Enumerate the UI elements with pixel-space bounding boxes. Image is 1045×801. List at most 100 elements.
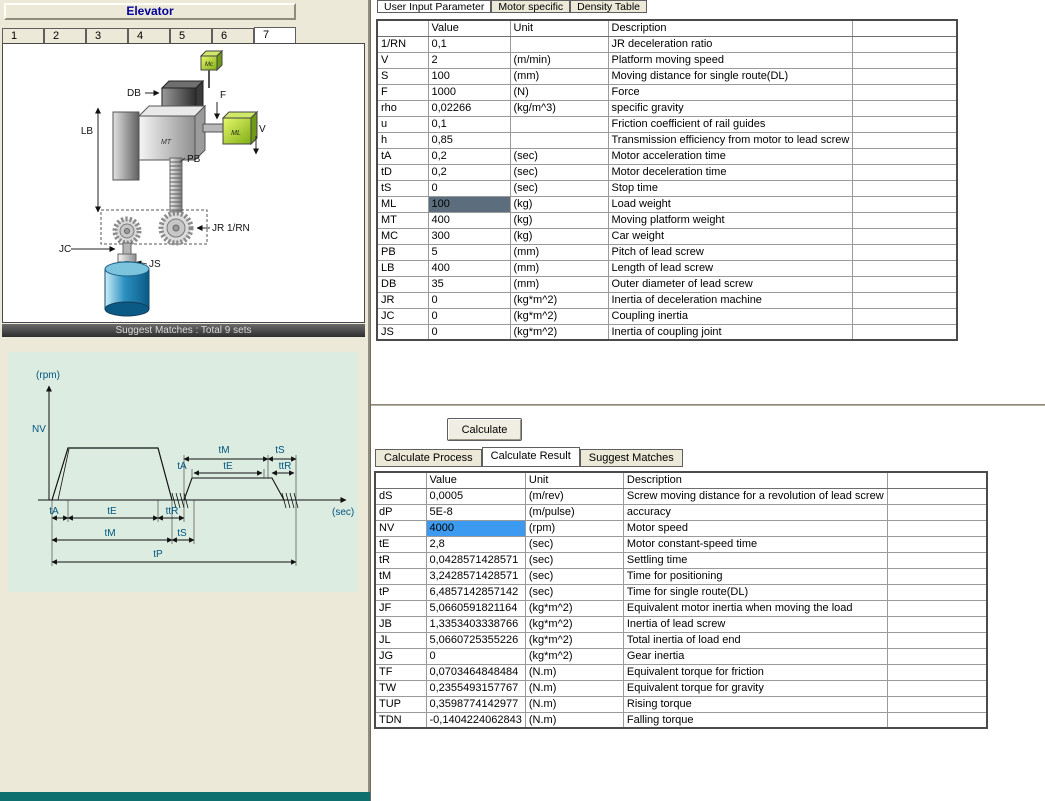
param-tab-density-table[interactable]: Density Table	[570, 0, 648, 13]
value-cell[interactable]: 1000	[427, 83, 511, 101]
row-name-cell[interactable]: JR	[376, 291, 429, 309]
description-cell[interactable]: Platform moving speed	[607, 51, 854, 69]
description-cell[interactable]: Moving platform weight	[607, 211, 854, 229]
value-cell[interactable]: 300	[427, 227, 511, 245]
description-cell[interactable]: Equivalent torque for gravity	[622, 679, 888, 697]
unit-cell[interactable]: (sec)	[524, 535, 624, 553]
description-cell[interactable]: Length of lead screw	[607, 259, 854, 277]
value-cell[interactable]: 400	[427, 259, 511, 277]
description-cell[interactable]: Outer diameter of lead screw	[607, 275, 854, 293]
unit-cell[interactable]: (mm)	[509, 259, 609, 277]
description-cell[interactable]: Settling time	[622, 551, 888, 569]
value-cell[interactable]: 0,0428571428571	[425, 551, 526, 569]
unit-cell[interactable]: (kg*m^2)	[509, 323, 609, 341]
row-name-cell[interactable]: S	[376, 67, 429, 85]
mechanism-tab-3[interactable]: 3	[86, 28, 128, 44]
row-name-cell[interactable]: NV	[374, 519, 427, 537]
description-cell[interactable]: Load weight	[607, 195, 854, 213]
value-cell[interactable]: 100	[427, 195, 511, 213]
value-cell[interactable]: 100	[427, 67, 511, 85]
unit-cell[interactable]: (N)	[509, 83, 609, 101]
value-cell[interactable]: 0,2355493157767	[425, 679, 526, 697]
row-name-cell[interactable]: JG	[374, 647, 427, 665]
description-cell[interactable]: Motor deceleration time	[607, 163, 854, 181]
value-cell[interactable]: 400	[427, 211, 511, 229]
result-tab-calculate-process[interactable]: Calculate Process	[375, 449, 482, 467]
result-tab-calculate-result[interactable]: Calculate Result	[481, 447, 580, 467]
row-name-cell[interactable]: tR	[374, 551, 427, 569]
row-name-cell[interactable]: JL	[374, 631, 427, 649]
description-cell[interactable]: Inertia of coupling joint	[607, 323, 854, 341]
description-cell[interactable]: Inertia of deceleration machine	[607, 291, 854, 309]
row-name-cell[interactable]: MC	[376, 227, 429, 245]
description-cell[interactable]: Force	[607, 83, 854, 101]
description-cell[interactable]: Moving distance for single route(DL)	[607, 67, 854, 85]
row-name-cell[interactable]: JS	[376, 323, 429, 341]
value-cell[interactable]: 2,8	[425, 535, 526, 553]
unit-cell[interactable]: (mm)	[509, 243, 609, 261]
unit-cell[interactable]: (kg/m^3)	[509, 99, 609, 117]
row-name-cell[interactable]: 1/RN	[376, 35, 429, 53]
unit-cell[interactable]: (sec)	[509, 163, 609, 181]
unit-cell[interactable]: (kg)	[509, 227, 609, 245]
description-cell[interactable]: Equivalent motor inertia when moving the…	[622, 599, 888, 617]
row-name-cell[interactable]: LB	[376, 259, 429, 277]
row-name-cell[interactable]: JF	[374, 599, 427, 617]
description-cell[interactable]: Time for positioning	[622, 567, 888, 585]
unit-cell[interactable]: (sec)	[524, 567, 624, 585]
value-cell[interactable]: 0,3598774142977	[425, 695, 526, 713]
row-name-cell[interactable]: PB	[376, 243, 429, 261]
value-cell[interactable]: 0	[427, 179, 511, 197]
value-cell[interactable]: 6,4857142857142	[425, 583, 526, 601]
unit-cell[interactable]: (kg*m^2)	[509, 307, 609, 325]
unit-cell[interactable]	[509, 115, 609, 133]
value-cell[interactable]: 2	[427, 51, 511, 69]
row-name-cell[interactable]: TUP	[374, 695, 427, 713]
value-cell[interactable]: 5	[427, 243, 511, 261]
description-cell[interactable]: Total inertia of load end	[622, 631, 888, 649]
value-cell[interactable]: 0,0703464848484	[425, 663, 526, 681]
row-name-cell[interactable]: h	[376, 131, 429, 149]
unit-cell[interactable]: (kg*m^2)	[524, 647, 624, 665]
calculate-button[interactable]: Calculate	[447, 418, 522, 441]
description-cell[interactable]: Screw moving distance for a revolution o…	[622, 487, 888, 505]
description-cell[interactable]: Motor constant-speed time	[622, 535, 888, 553]
unit-cell[interactable]: (N.m)	[524, 679, 624, 697]
description-cell[interactable]: Gear inertia	[622, 647, 888, 665]
row-name-cell[interactable]: V	[376, 51, 429, 69]
description-cell[interactable]: Inertia of lead screw	[622, 615, 888, 633]
description-cell[interactable]: Pitch of lead screw	[607, 243, 854, 261]
unit-cell[interactable]: (kg*m^2)	[524, 615, 624, 633]
unit-cell[interactable]: (m/pulse)	[524, 503, 624, 521]
row-name-cell[interactable]: JC	[376, 307, 429, 325]
param-tab-motor-specific[interactable]: Motor specific	[491, 0, 571, 13]
value-cell[interactable]: 5E-8	[425, 503, 526, 521]
value-cell[interactable]: 4000	[425, 519, 526, 537]
description-cell[interactable]: specific gravity	[607, 99, 854, 117]
value-cell[interactable]: 0,2	[427, 147, 511, 165]
unit-cell[interactable]: (m/min)	[509, 51, 609, 69]
unit-cell[interactable]: (kg)	[509, 195, 609, 213]
row-name-cell[interactable]: tD	[376, 163, 429, 181]
row-name-cell[interactable]: DB	[376, 275, 429, 293]
row-name-cell[interactable]: ML	[376, 195, 429, 213]
value-cell[interactable]: 0,02266	[427, 99, 511, 117]
description-cell[interactable]: JR deceleration ratio	[607, 35, 854, 53]
description-cell[interactable]: Car weight	[607, 227, 854, 245]
row-name-cell[interactable]: JB	[374, 615, 427, 633]
description-cell[interactable]: Stop time	[607, 179, 854, 197]
row-name-cell[interactable]: tE	[374, 535, 427, 553]
unit-cell[interactable]: (N.m)	[524, 695, 624, 713]
value-cell[interactable]: 5,0660725355226	[425, 631, 526, 649]
mechanism-tab-4[interactable]: 4	[128, 28, 170, 44]
result-tab-suggest-matches[interactable]: Suggest Matches	[579, 449, 683, 467]
value-cell[interactable]: 35	[427, 275, 511, 293]
value-cell[interactable]: 0,0005	[425, 487, 526, 505]
unit-cell[interactable]: (sec)	[509, 179, 609, 197]
unit-cell[interactable]: (sec)	[524, 583, 624, 601]
row-name-cell[interactable]: TDN	[374, 711, 427, 729]
mechanism-tab-7[interactable]: 7	[254, 27, 296, 44]
unit-cell[interactable]: (m/rev)	[524, 487, 624, 505]
value-cell[interactable]: 5,0660591821164	[425, 599, 526, 617]
row-name-cell[interactable]: rho	[376, 99, 429, 117]
